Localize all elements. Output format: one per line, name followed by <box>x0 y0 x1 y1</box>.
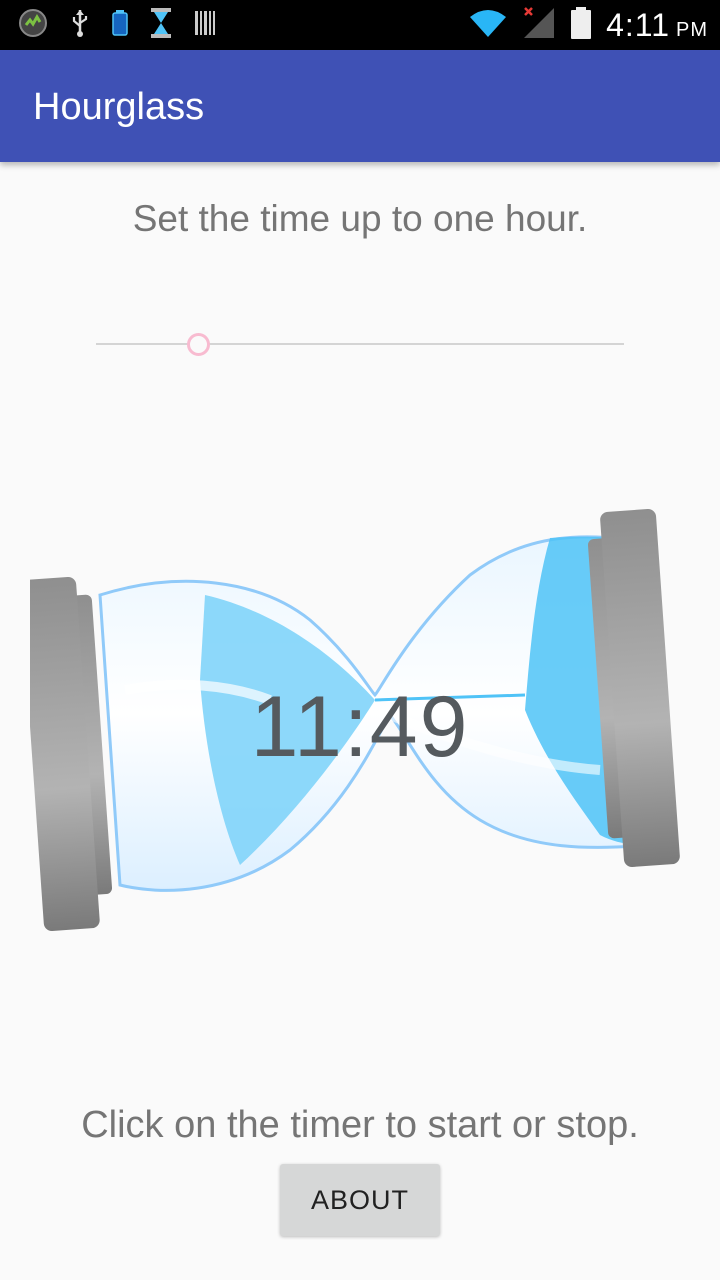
app-badge-icon <box>18 8 48 43</box>
clock: 4:11 PM <box>606 7 708 44</box>
app-title: Hourglass <box>33 86 205 128</box>
hourglass-small-icon <box>150 7 172 44</box>
system-icons: 4:11 PM <box>468 6 708 44</box>
battery-icon <box>570 6 592 45</box>
clock-ampm: PM <box>676 18 708 41</box>
barcode-icon <box>194 9 216 42</box>
usb-icon <box>70 8 90 43</box>
slider-thumb[interactable] <box>187 333 211 356</box>
start-stop-instruction: Click on the timer to start or stop. <box>81 1104 639 1146</box>
set-time-instruction: Set the time up to one hour. <box>132 198 588 239</box>
slider-track[interactable] <box>96 343 624 345</box>
clock-time: 4:11 <box>606 6 670 43</box>
status-bar: 4:11 PM <box>0 0 720 50</box>
notification-icons <box>18 7 216 44</box>
battery-small-icon <box>112 9 128 42</box>
app-bar: Hourglass <box>0 50 720 162</box>
timer-display[interactable]: 11:49 <box>0 678 720 777</box>
signal-icon <box>522 6 556 45</box>
wifi-icon <box>468 7 508 44</box>
about-button[interactable]: ABOUT <box>280 1164 440 1236</box>
time-slider[interactable] <box>96 326 624 362</box>
